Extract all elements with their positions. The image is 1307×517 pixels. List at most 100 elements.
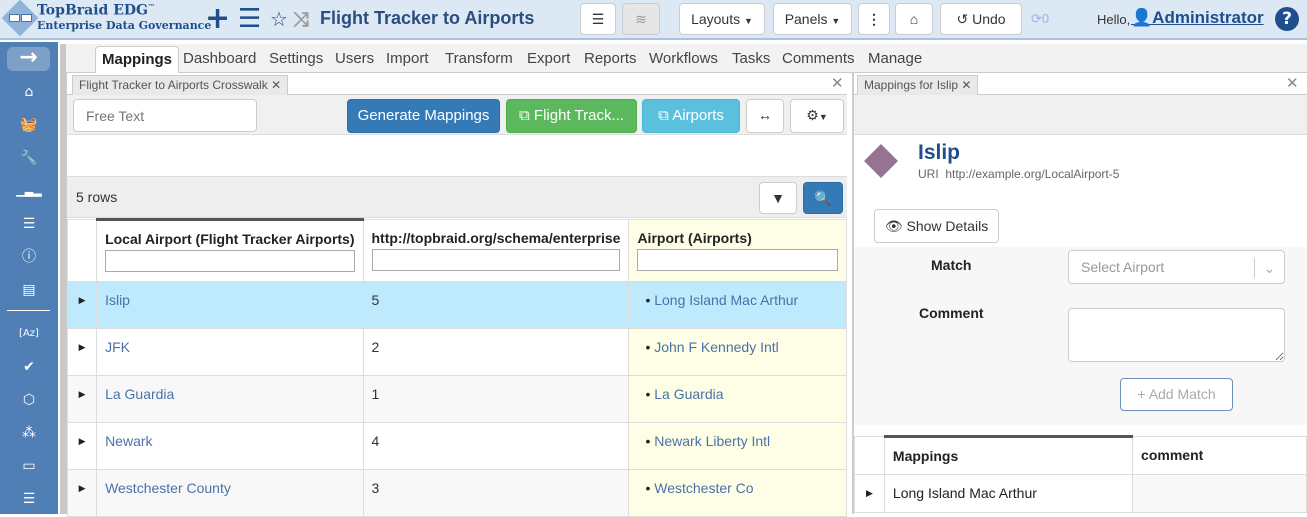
open-source-button[interactable]: ⧉ Flight Track... (506, 99, 637, 133)
free-text-search-input[interactable] (73, 99, 257, 132)
close-tab-icon[interactable]: ✕ (271, 78, 281, 92)
select-airport-dropdown[interactable]: Select Airport ⌄ (1068, 250, 1285, 284)
external-link-icon: ⧉ (519, 107, 530, 124)
tab-dashboard[interactable]: Dashboard (183, 50, 256, 67)
close-tab-icon[interactable]: ✕ (961, 78, 971, 92)
local-airport-cell[interactable]: JFK (96, 328, 364, 376)
tab-users[interactable]: Users (335, 50, 374, 67)
tab-reports[interactable]: Reports (584, 50, 637, 67)
airport-cell[interactable]: Newark Liberty Intl (628, 422, 847, 470)
layouts-dropdown[interactable]: Layouts ▼ (679, 3, 765, 35)
tab-comments[interactable]: Comments (782, 50, 855, 67)
sidebar-cube-icon[interactable]: ⬡ (0, 387, 58, 413)
sidebar-check-circle-icon[interactable]: ✔ (0, 354, 58, 380)
table-row[interactable]: ▶ Westchester County 3 Westchester Co (66, 469, 847, 517)
column-header-local-airport[interactable]: Local Airport (Flight Tracker Airports) (96, 218, 364, 282)
expand-row-icon[interactable]: ▶ (66, 422, 98, 470)
sidebar-document-icon[interactable]: ▭ (0, 453, 58, 479)
local-airport-cell[interactable]: Westchester County (96, 469, 364, 517)
sidebar-az-icon[interactable]: [Az] (0, 321, 58, 347)
close-panel-icon[interactable]: ✕ (1286, 74, 1299, 92)
generate-mappings-button[interactable]: Generate Mappings (347, 99, 500, 133)
tab-manage[interactable]: Manage (868, 50, 922, 67)
eye-icon: 👁 (884, 218, 903, 234)
menu-icon[interactable]: ☰ (238, 4, 261, 34)
settings-dropdown[interactable]: ⚙▼ (790, 99, 844, 133)
sidebar-clipboard-icon[interactable]: ▤ (0, 277, 58, 303)
crosswalk-panel: Flight Tracker to Airports Crosswalk ✕ ✕… (66, 73, 847, 517)
expand-row-icon[interactable]: ▶ (66, 375, 98, 423)
table-row[interactable]: ▶ JFK 2 John F Kennedy Intl (66, 328, 847, 376)
tab-transform[interactable]: Transform (445, 50, 513, 67)
airport-cell[interactable]: John F Kennedy Intl (628, 328, 847, 376)
user-link[interactable]: 👤Administrator (1131, 8, 1264, 28)
sidebar-basket-icon[interactable]: 🧺 (0, 112, 58, 138)
home-button[interactable]: ⌂ (895, 3, 933, 35)
expand-row-icon[interactable]: ▶ (66, 281, 98, 329)
resource-uri: URI http://example.org/LocalAirport-5 (918, 167, 1120, 181)
table-row[interactable]: ▶ Long Island Mac Arthur (854, 474, 1307, 513)
caret-down-icon: ▼ (744, 16, 753, 26)
layers-button[interactable]: ≋ (622, 3, 660, 35)
sidebar-info-icon[interactable]: ⓘ (0, 244, 58, 270)
mapping-cell[interactable]: Long Island Mac Arthur (883, 474, 1134, 513)
expand-row-icon[interactable]: ▶ (66, 328, 98, 376)
add-match-button[interactable]: + Add Match (1120, 378, 1233, 411)
add-icon[interactable]: + (205, 4, 230, 34)
sidebar-cubes-icon[interactable]: ⁂ (0, 420, 58, 446)
table-row[interactable]: ▶ La Guardia 1 La Guardia (66, 375, 847, 423)
local-airport-cell[interactable]: La Guardia (96, 375, 364, 423)
tab-settings[interactable]: Settings (269, 50, 323, 67)
tab-export[interactable]: Export (527, 50, 570, 67)
close-panel-icon[interactable]: ✕ (831, 74, 844, 92)
filter-button[interactable]: ▼ (759, 182, 797, 214)
sync-indicator[interactable]: ⟳0 (1031, 11, 1049, 27)
sidebar: → ⌂ 🧺 🔧 ▁▃▂ ☰ ⓘ ▤ [Az] ✔ ⬡ ⁂ ▭ ☰ (0, 42, 58, 514)
expand-row-icon[interactable]: ▶ (854, 474, 885, 513)
user-icon: 👤 (1131, 8, 1153, 27)
airport-cell[interactable]: La Guardia (628, 375, 847, 423)
undo-button[interactable]: ↺ Undo (940, 3, 1022, 35)
local-airport-cell[interactable]: Islip (96, 281, 364, 329)
column-header-comment[interactable]: comment (1132, 436, 1307, 475)
table-row[interactable]: ▶ Newark 4 Newark Liberty Intl (66, 422, 847, 470)
column-header-mappings[interactable]: Mappings (883, 435, 1134, 475)
shuffle-icon[interactable]: ⤨ (293, 4, 309, 34)
open-target-button[interactable]: ⧉ Airports (642, 99, 740, 133)
airport-cell[interactable]: Westchester Co (628, 469, 847, 517)
star-icon[interactable]: ☆ (270, 4, 288, 34)
uri-filter-input[interactable] (371, 249, 621, 271)
tab-workflows[interactable]: Workflows (649, 50, 718, 67)
resource-title: Islip (918, 141, 961, 164)
search-button[interactable]: 🔍 (803, 182, 843, 214)
table-row[interactable]: ▶ Islip 5 Long Island Mac Arthur (66, 281, 847, 329)
sidebar-home-icon[interactable]: ⌂ (0, 79, 58, 105)
sidebar-list-icon[interactable]: ☰ (0, 486, 58, 512)
column-header-airport[interactable]: Airport (Airports) (628, 219, 847, 282)
airport-cell[interactable]: Long Island Mac Arthur (628, 281, 847, 329)
sidebar-wrench-icon[interactable]: 🔧 (0, 145, 58, 171)
local-airport-cell[interactable]: Newark (96, 422, 364, 470)
sidebar-checklist-icon[interactable]: ☰ (0, 211, 58, 237)
help-icon[interactable]: ? (1275, 7, 1299, 31)
crosswalk-panel-tab[interactable]: Flight Tracker to Airports Crosswalk ✕ (72, 75, 289, 95)
expand-sidebar-arrow-icon[interactable]: → (7, 47, 50, 71)
mappings-for-panel-tab[interactable]: Mappings for Islip ✕ (857, 75, 979, 95)
row-count: 5 rows (76, 189, 118, 205)
tab-tasks[interactable]: Tasks (732, 50, 770, 67)
column-header-uri[interactable]: http://topbraid.org/schema/enterprise (362, 219, 630, 282)
outline-toggle-button[interactable]: ☰ (580, 3, 616, 35)
local-airport-filter-input[interactable] (105, 250, 355, 272)
sidebar-bar-chart-icon[interactable]: ▁▃▂ (0, 178, 58, 204)
tab-mappings[interactable]: Mappings (95, 46, 179, 74)
show-details-button[interactable]: 👁 Show Details (874, 209, 999, 243)
panels-dropdown[interactable]: Panels ▼ (773, 3, 852, 35)
expand-row-icon[interactable]: ▶ (66, 469, 98, 517)
tab-import[interactable]: Import (386, 50, 429, 67)
more-options-button[interactable]: ⋮ (858, 3, 890, 35)
comment-textarea[interactable] (1068, 308, 1285, 362)
comment-label: Comment (919, 305, 984, 321)
swap-columns-button[interactable]: ↔ (746, 99, 784, 133)
id-cell: 2 (362, 328, 630, 376)
airport-filter-input[interactable] (637, 249, 838, 271)
